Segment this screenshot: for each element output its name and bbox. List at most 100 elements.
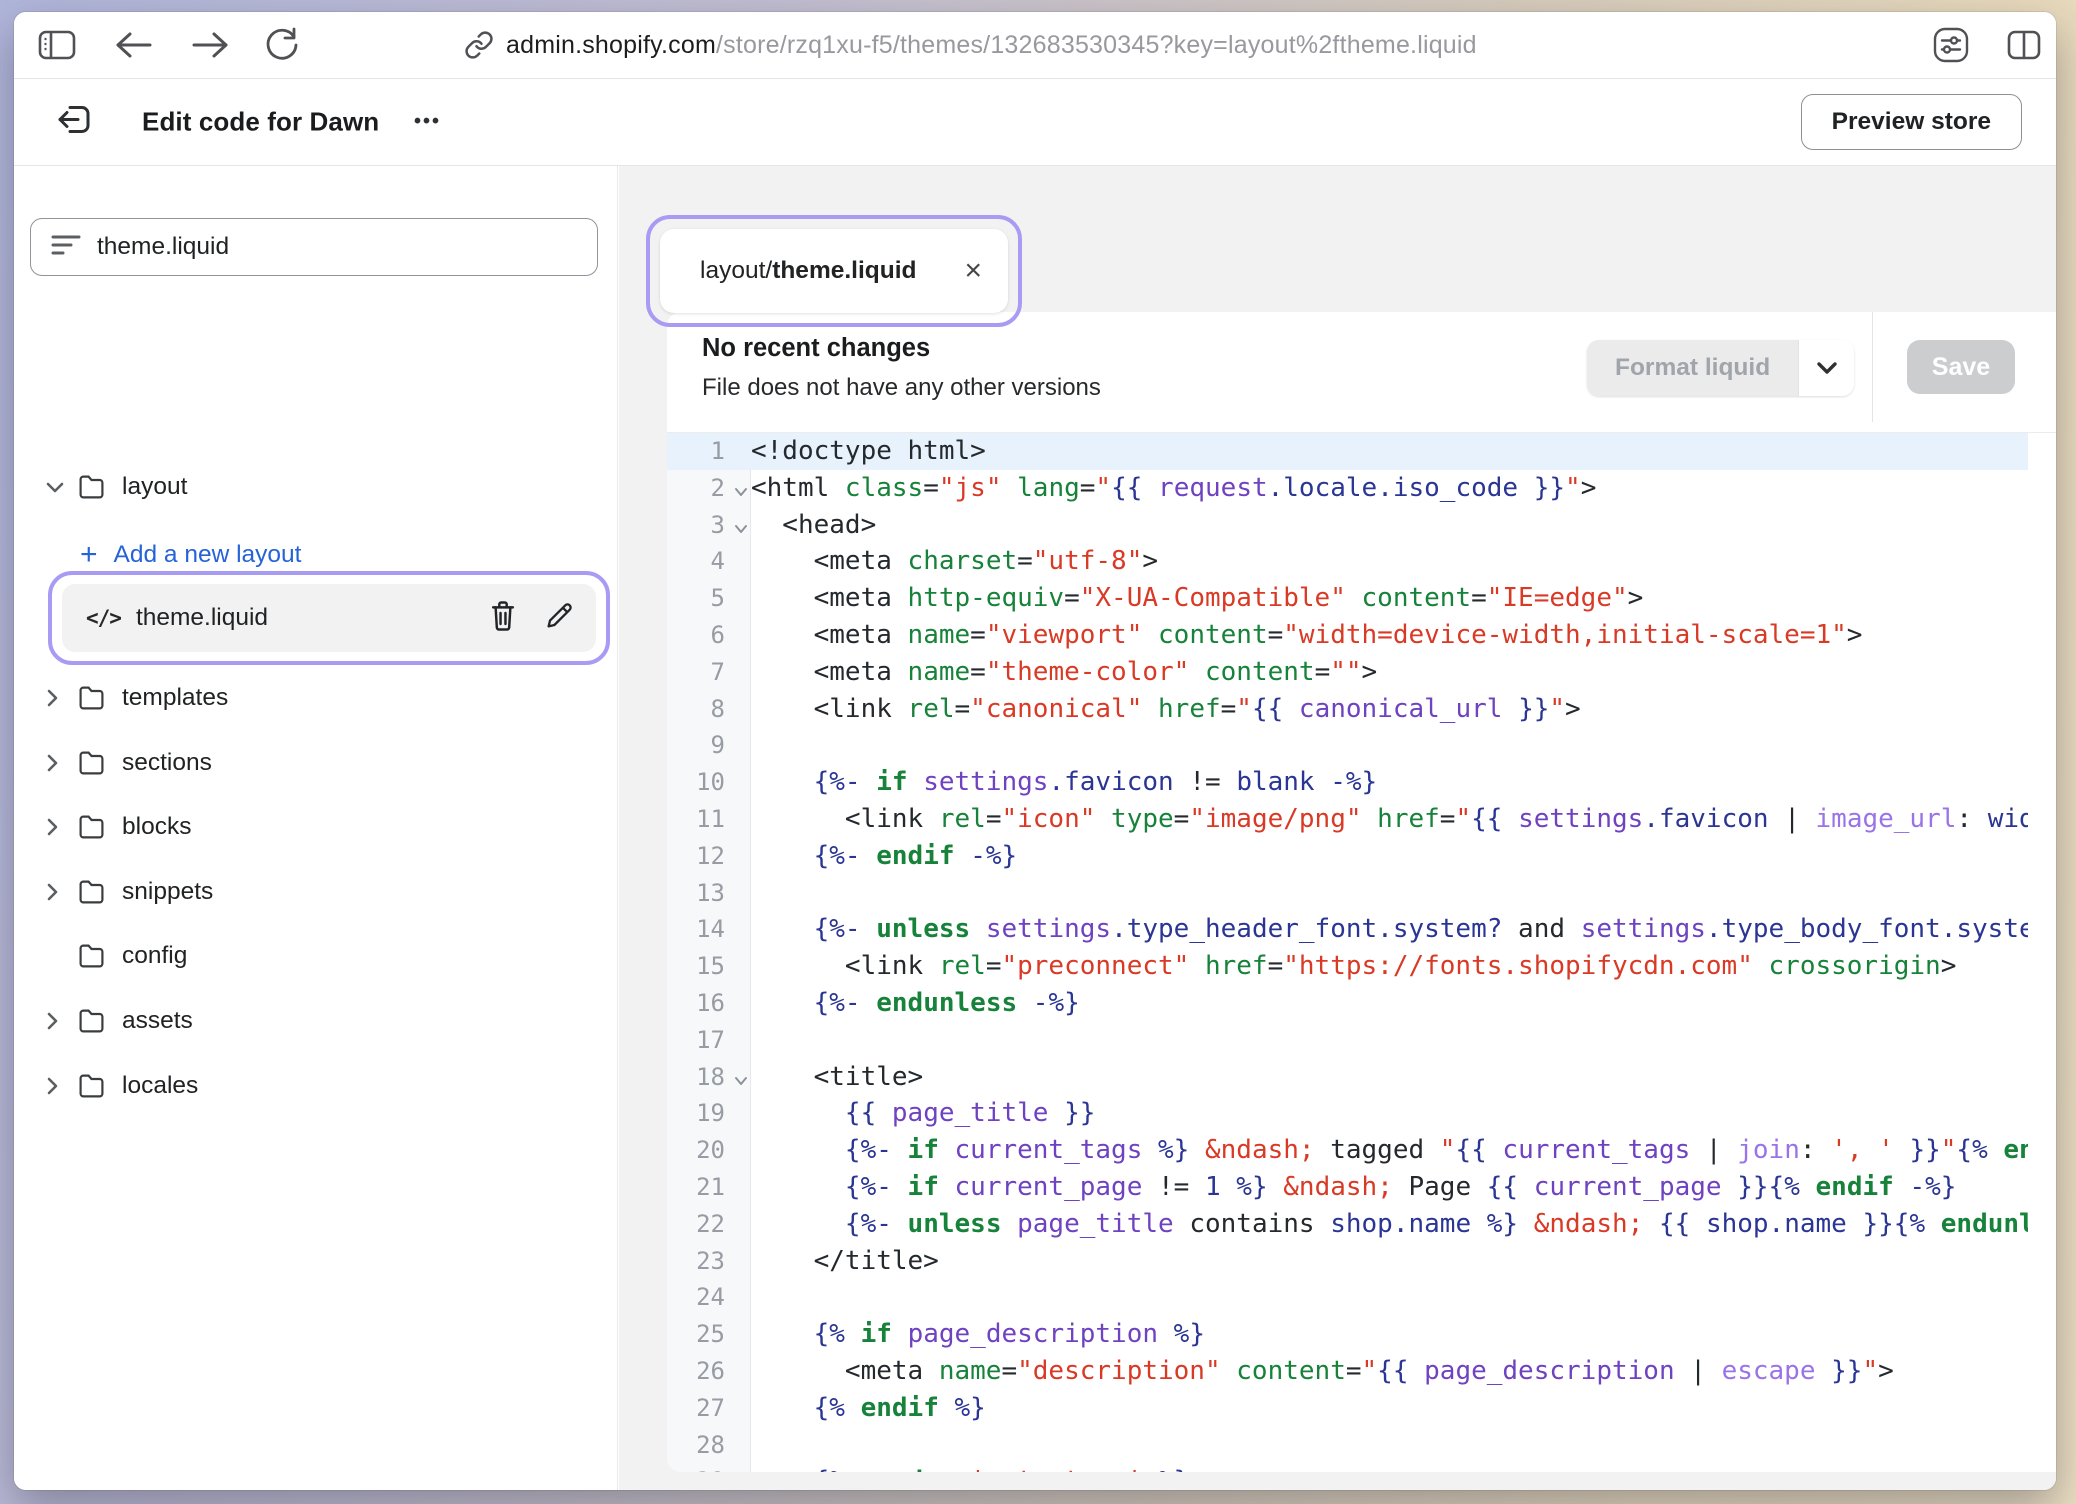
code-line[interactable]: 29 {% render 'meta-tags' %} [667,1463,2028,1472]
close-tab-icon[interactable]: × [964,256,982,286]
folder-label: sections [122,749,212,777]
folder-label: locales [122,1072,198,1100]
line-number: 20 [667,1132,751,1169]
fold-chevron-icon[interactable] [733,1061,749,1098]
code-line[interactable]: 26 <meta name="description" content="{{ … [667,1353,2028,1390]
chevron-right-icon[interactable] [45,753,65,773]
code-line[interactable]: 18 <title> [667,1059,2028,1096]
tab-highlight-ring: layout/theme.liquid × [646,215,1022,327]
folder-label: templates [122,684,228,712]
format-dropdown-toggle[interactable] [1798,340,1854,396]
sidebar-item-snippets[interactable]: snippets [14,869,617,915]
sidebar-item-layout[interactable]: layout [14,464,617,510]
delete-file-icon[interactable] [488,600,518,637]
folder-icon [78,475,105,499]
code-line-text [751,1279,2028,1316]
tab-layout-theme-liquid[interactable]: layout/theme.liquid × [660,229,1008,313]
code-line[interactable]: 28 [667,1427,2028,1464]
code-line[interactable]: 6 <meta name="viewport" content="width=d… [667,617,2028,654]
code-line[interactable]: 24 [667,1279,2028,1316]
exit-editor-icon[interactable] [56,100,96,145]
code-line-text [751,875,2028,912]
rename-file-icon[interactable] [544,600,574,637]
code-line[interactable]: 23 </title> [667,1243,2028,1280]
code-line[interactable]: 15 <link rel="preconnect" href="https://… [667,948,2028,985]
folder-label: config [122,942,187,970]
code-line[interactable]: 20 {%- if current_tags %} &ndash; tagged… [667,1132,2028,1169]
code-line[interactable]: 5 <meta http-equiv="X-UA-Compatible" con… [667,580,2028,617]
code-line-text [751,727,2028,764]
folder-icon [78,815,105,839]
page-settings-icon[interactable] [1933,27,1969,63]
line-number: 29 [667,1463,751,1472]
sidebar-toggle-icon[interactable] [38,30,76,60]
code-line[interactable]: 3 <head> [667,507,2028,544]
line-number: 17 [667,1022,751,1059]
fold-chevron-icon[interactable] [733,509,749,546]
reload-icon[interactable] [264,27,300,63]
code-line[interactable]: 27 {% endif %} [667,1390,2028,1427]
line-number: 28 [667,1427,751,1464]
split-view-icon[interactable] [2007,30,2041,60]
more-actions-button[interactable]: ••• [414,111,441,134]
page-title: Edit code for Dawn [142,107,379,138]
chevron-right-icon[interactable] [45,1076,65,1096]
sidebar-item-assets[interactable]: assets [14,998,617,1044]
sidebar-item-locales[interactable]: locales [14,1063,617,1109]
code-line[interactable]: 13 [667,875,2028,912]
line-number: 11 [667,801,751,838]
url-path: /store/rzq1xu-f5/themes/132683530345?key… [716,31,1477,60]
sidebar-item-sections[interactable]: sections [14,740,617,786]
save-button[interactable]: Save [1907,340,2015,394]
chevron-down-icon[interactable] [45,480,65,494]
code-line-text: {%- if settings.favicon != blank -%} [751,764,2028,801]
code-line[interactable]: 12 {%- endif -%} [667,838,2028,875]
code-line[interactable]: 2<html class="js" lang="{{ request.local… [667,470,2028,507]
sidebar-item-theme-liquid[interactable]: </> theme.liquid [62,584,596,652]
code-line[interactable]: 21 {%- if current_page != 1 %} &ndash; P… [667,1169,2028,1206]
address-bar[interactable]: admin.shopify.com/store/rzq1xu-f5/themes… [506,12,1477,79]
code-line[interactable]: 11 <link rel="icon" type="image/png" hre… [667,801,2028,838]
chevron-right-icon[interactable] [45,817,65,837]
sidebar-item-config[interactable]: config [14,933,617,979]
preview-store-button[interactable]: Preview store [1801,94,2022,150]
plus-icon: + [80,540,98,570]
sidebar-item-templates[interactable]: templates [14,675,617,721]
link-icon [464,30,494,60]
code-line-text: <meta name="description" content="{{ pag… [751,1353,2028,1390]
chevron-right-icon[interactable] [45,882,65,902]
fold-chevron-icon[interactable] [733,472,749,509]
code-line[interactable]: 10 {%- if settings.favicon != blank -%} [667,764,2028,801]
sidebar-item-blocks[interactable]: blocks [14,804,617,850]
line-number: 4 [667,543,751,580]
line-number: 14 [667,911,751,948]
format-liquid-button[interactable]: Format liquid [1587,340,1854,396]
code-line[interactable]: 1<!doctype html> [667,433,2028,470]
code-line[interactable]: 9 [667,727,2028,764]
line-number: 8 [667,691,751,728]
app-header: Edit code for Dawn ••• Preview store [14,79,2056,166]
line-number: 23 [667,1243,751,1280]
code-line-text [751,1427,2028,1464]
tab-file: theme.liquid [772,257,916,285]
chevron-right-icon[interactable] [45,688,65,708]
code-line-text: <meta name="viewport" content="width=dev… [751,617,2028,654]
code-line[interactable]: 8 <link rel="canonical" href="{{ canonic… [667,691,2028,728]
line-number: 22 [667,1206,751,1243]
line-number: 1 [667,433,751,470]
code-line[interactable]: 25 {% if page_description %} [667,1316,2028,1353]
code-line[interactable]: 7 <meta name="theme-color" content=""> [667,654,2028,691]
code-line[interactable]: 16 {%- endunless -%} [667,985,2028,1022]
chevron-right-icon[interactable] [45,1011,65,1031]
code-line[interactable]: 19 {{ page_title }} [667,1095,2028,1132]
code-editor[interactable]: 1<!doctype html>2<html class="js" lang="… [667,433,2056,1472]
line-number: 16 [667,985,751,1022]
file-search-input[interactable]: theme.liquid [30,218,598,276]
code-line[interactable]: 22 {%- unless page_title contains shop.n… [667,1206,2028,1243]
code-line[interactable]: 17 [667,1022,2028,1059]
code-line[interactable]: 14 {%- unless settings.type_header_font.… [667,911,2028,948]
back-arrow-icon[interactable] [114,30,154,60]
forward-arrow-icon[interactable] [190,30,230,60]
code-line-text: {%- if current_page != 1 %} &ndash; Page… [751,1169,2028,1206]
code-line[interactable]: 4 <meta charset="utf-8"> [667,543,2028,580]
